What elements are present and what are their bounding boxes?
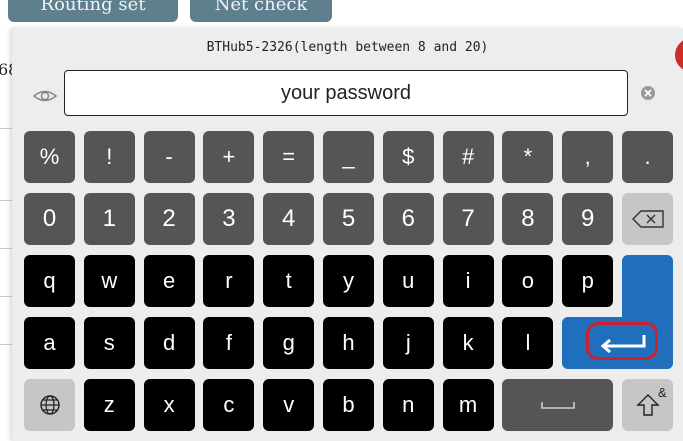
key-row1-6[interactable]: $ (382, 131, 434, 183)
key-row3-5[interactable]: y (323, 255, 374, 307)
key-row3-0[interactable]: q (24, 255, 75, 307)
key-row2-7[interactable]: 7 (442, 193, 494, 245)
key-row5-5[interactable]: n (382, 379, 434, 431)
key-row4-4[interactable]: g (263, 317, 315, 369)
key-row1-9[interactable]: , (562, 131, 614, 183)
key-row3-6[interactable]: u (382, 255, 434, 307)
background-row-divider (0, 296, 12, 297)
key-row1-8[interactable]: * (502, 131, 554, 183)
backspace-icon (631, 210, 664, 228)
key-row1-1[interactable]: ! (83, 131, 135, 183)
key-row3-3[interactable]: r (203, 255, 255, 307)
key-row5-3[interactable]: v (263, 379, 315, 431)
background-row-divider (0, 248, 12, 249)
net-check-button[interactable]: Net check (190, 0, 332, 22)
space-key[interactable] (502, 379, 613, 431)
key-row3-4[interactable]: t (263, 255, 315, 307)
globe-icon (39, 395, 60, 415)
key-row2-2[interactable]: 2 (143, 193, 195, 245)
key-row1-0[interactable]: % (24, 131, 75, 183)
key-row3-8[interactable]: o (502, 255, 554, 307)
key-row4-0[interactable]: a (24, 317, 75, 369)
key-row4-2[interactable]: d (143, 317, 195, 369)
key-row4-6[interactable]: j (382, 317, 434, 369)
key-row2-6[interactable]: 6 (382, 193, 434, 245)
shift-key[interactable]: & (622, 379, 673, 431)
enter-icon (600, 335, 646, 354)
key-row3-9[interactable]: p (562, 255, 614, 307)
key-row3-1[interactable]: w (83, 255, 135, 307)
key-row1-2[interactable]: - (143, 131, 195, 183)
key-row3-7[interactable]: i (442, 255, 494, 307)
password-keyboard-dialog: BTHub5-2326(length between 8 and 20) you… (12, 28, 683, 441)
space-icon (540, 402, 575, 409)
key-row4-3[interactable]: f (203, 317, 255, 369)
key-row4-5[interactable]: h (323, 317, 374, 369)
background-row-divider (0, 200, 12, 201)
eye-icon[interactable] (32, 83, 58, 109)
backspace-key[interactable] (622, 193, 673, 245)
key-row2-1[interactable]: 1 (83, 193, 135, 245)
key-row5-4[interactable]: b (323, 379, 374, 431)
key-row4-7[interactable]: k (442, 317, 494, 369)
key-row1-10[interactable]: . (622, 131, 673, 183)
network-title: BTHub5-2326(length between 8 and 20) (206, 40, 489, 55)
key-row2-0[interactable]: 0 (24, 193, 75, 245)
key-row2-9[interactable]: 9 (562, 193, 614, 245)
key-row1-5[interactable]: _ (323, 131, 374, 183)
shift-arrow-icon (635, 394, 660, 416)
background-row-divider (0, 344, 12, 345)
routing-set-button[interactable]: Routing set (8, 0, 178, 22)
key-row5-1[interactable]: x (143, 379, 195, 431)
key-row1-7[interactable]: # (442, 131, 494, 183)
key-row1-3[interactable]: + (203, 131, 255, 183)
key-row2-4[interactable]: 4 (263, 193, 315, 245)
key-row5-2[interactable]: c (203, 379, 255, 431)
key-row4-1[interactable]: s (83, 317, 135, 369)
password-input[interactable]: your password (64, 70, 628, 116)
shift-symbol-label: & (658, 385, 667, 400)
background-row-divider (0, 128, 12, 129)
key-row5-0[interactable]: z (83, 379, 135, 431)
key-row2-3[interactable]: 3 (203, 193, 255, 245)
background-table-edge (0, 30, 12, 441)
key-row2-8[interactable]: 8 (502, 193, 554, 245)
key-row2-5[interactable]: 5 (323, 193, 374, 245)
key-row1-4[interactable]: = (263, 131, 315, 183)
clear-icon[interactable] (640, 85, 656, 101)
key-row3-2[interactable]: e (143, 255, 195, 307)
key-row5-6[interactable]: m (442, 379, 494, 431)
key-row4-8[interactable]: l (502, 317, 554, 369)
globe-key[interactable] (24, 379, 75, 431)
